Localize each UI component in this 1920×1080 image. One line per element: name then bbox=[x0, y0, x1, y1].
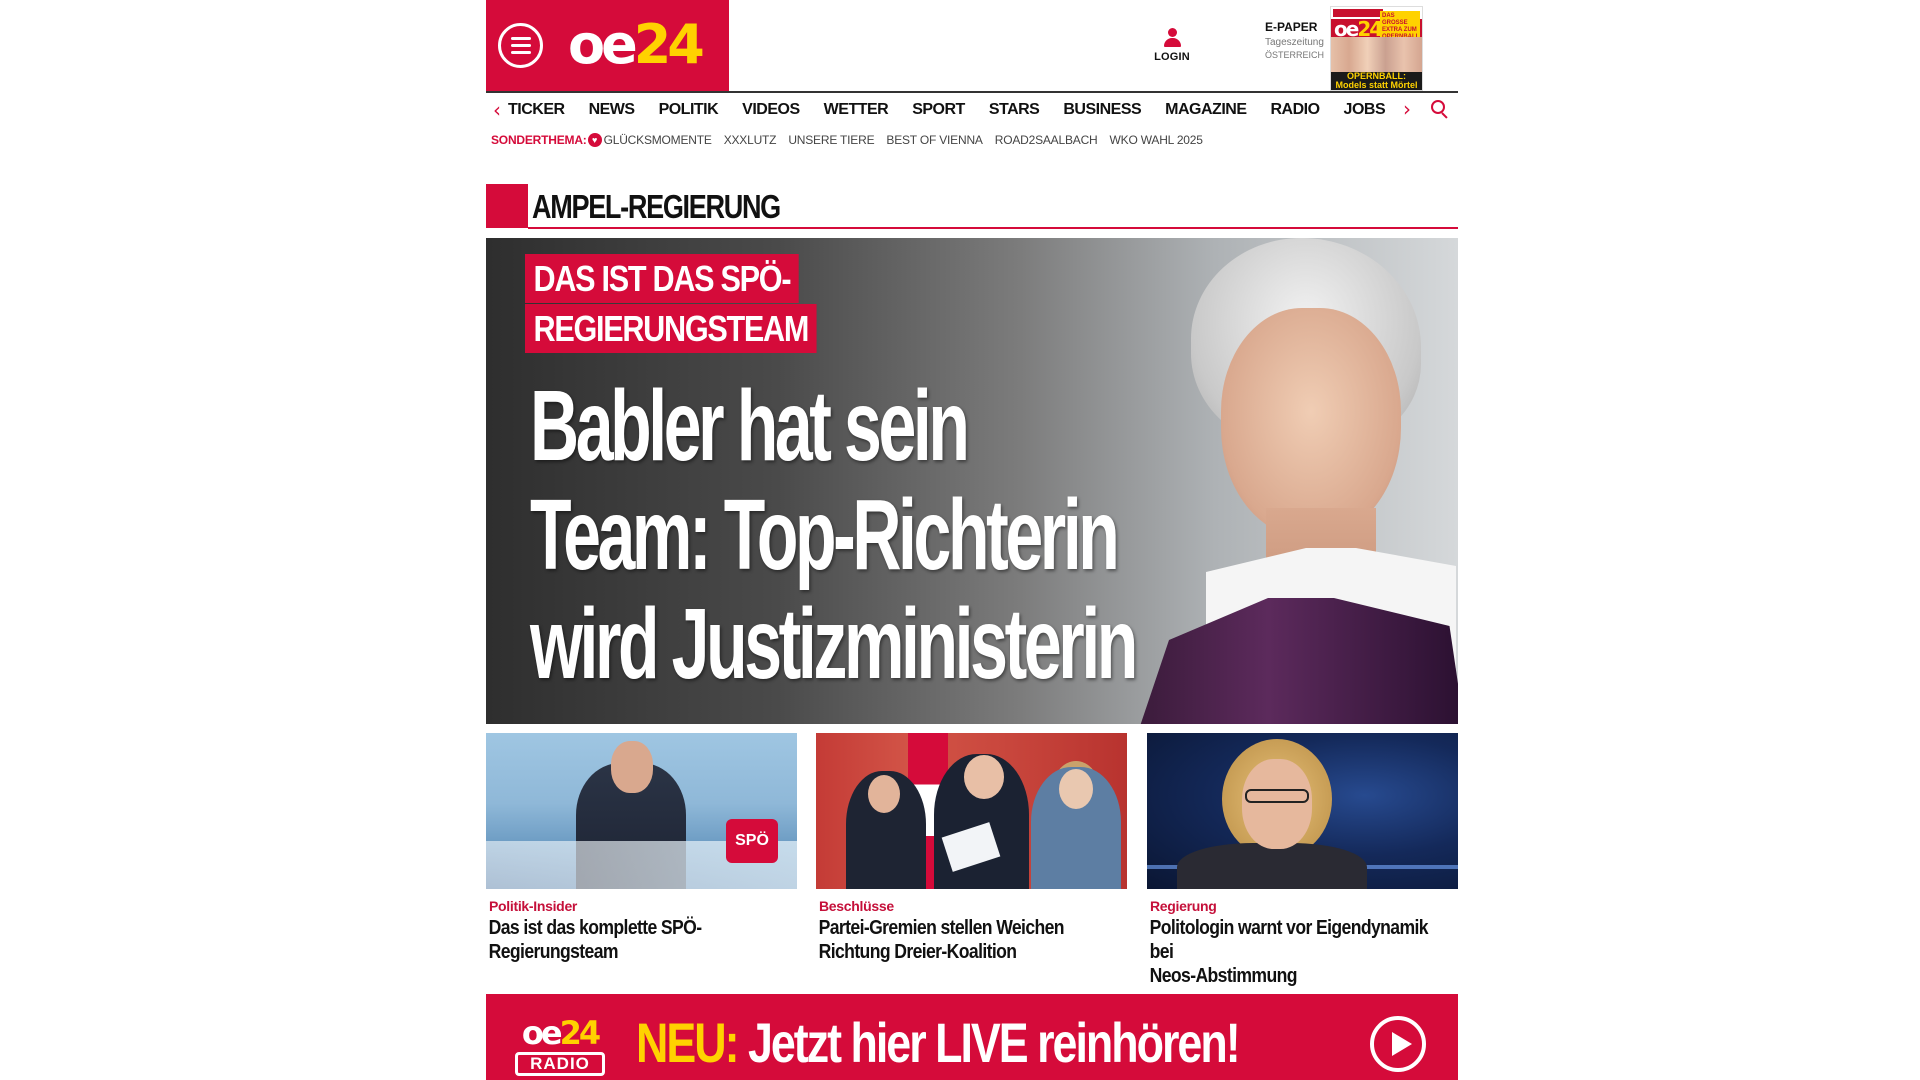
special-topic-link[interactable]: WKO WAHL 2025 bbox=[1110, 133, 1203, 147]
hero-kicker-line: REGIERUNGSTEAM bbox=[525, 304, 817, 353]
section-divider bbox=[528, 227, 1458, 229]
search-icon[interactable] bbox=[1431, 100, 1449, 119]
hero-headline-line: Babler hat sein bbox=[530, 370, 970, 482]
special-topics-bar: SONDERTHEMA: ♥ GLÜCKSMOMENTE XXXLUTZ UNS… bbox=[486, 128, 1458, 152]
special-topic-link[interactable]: UNSERE TIERE bbox=[788, 133, 874, 147]
nav-next-arrow-icon[interactable]: › bbox=[1396, 97, 1418, 121]
teaser-card[interactable]: SPÖ Politik-Insider Das ist das komplett… bbox=[486, 733, 797, 964]
radio-banner-highlight: NEU: bbox=[636, 1011, 740, 1074]
special-topic-link[interactable]: BEST OF VIENNA bbox=[886, 133, 983, 147]
teaser-grid: SPÖ Politik-Insider Das ist das komplett… bbox=[486, 733, 1458, 987]
nav-item-magazine[interactable]: MAGAZINE bbox=[1153, 101, 1258, 119]
user-icon bbox=[1162, 28, 1182, 48]
hero-headline[interactable]: Babler hat sein Team: Top-Richterin wird… bbox=[530, 372, 1142, 699]
nav-item-business[interactable]: BUSINESS bbox=[1051, 101, 1153, 119]
nav-item-radio[interactable]: RADIO bbox=[1258, 101, 1331, 119]
teaser-image[interactable]: SPÖ bbox=[486, 733, 797, 889]
cover-caption: OPERNBALL: Models statt Mörtel bbox=[1331, 72, 1422, 90]
teaser-title[interactable]: Politologin warnt vor Eigendynamik bei N… bbox=[1147, 916, 1455, 988]
logo-prefix: oe bbox=[568, 13, 638, 76]
site-header: oe24 LOGIN E-PAPER Tageszeitung ÖSTERREI… bbox=[486, 0, 1458, 91]
nav-item-news[interactable]: NEWS bbox=[577, 101, 647, 119]
teaser-title[interactable]: Das ist das komplette SPÖ- Regierungstea… bbox=[486, 916, 794, 964]
radio-banner-text: NEU: Jetzt hier LIVE reinhören! bbox=[636, 1011, 1241, 1074]
spo-sign: SPÖ bbox=[726, 819, 778, 863]
epaper-line1: Tageszeitung bbox=[1265, 37, 1324, 48]
teaser-title-line: Das ist das komplette SPÖ- bbox=[488, 917, 702, 939]
login-button[interactable]: LOGIN bbox=[1150, 28, 1194, 63]
radio-live-banner[interactable]: oe24 RADIO NEU: Jetzt hier LIVE reinhöre… bbox=[486, 994, 1458, 1080]
nav-item-ticker[interactable]: TICKER bbox=[508, 101, 577, 119]
special-topic-link[interactable]: ROAD2SAALBACH bbox=[995, 133, 1098, 147]
section-header: AMPEL-REGIERUNG bbox=[486, 184, 1458, 230]
nav-item-stars[interactable]: STARS bbox=[977, 101, 1052, 119]
nav-prev-arrow-icon[interactable]: ‹ bbox=[486, 98, 508, 122]
nav-item-politik[interactable]: POLITIK bbox=[647, 101, 731, 119]
nav-item-wetter[interactable]: WETTER bbox=[812, 101, 901, 119]
heart-icon: ♥ bbox=[587, 133, 602, 147]
special-topic-link[interactable]: XXXLUTZ bbox=[724, 133, 777, 147]
teaser-card[interactable]: Beschlüsse Partei-Gremien stellen Weiche… bbox=[816, 733, 1127, 964]
epaper-cover-thumbnail[interactable]: oe24 DAS GROSSE EXTRA ZUM OPERNBALL OPER… bbox=[1330, 6, 1423, 91]
cover-badge: DAS GROSSE EXTRA ZUM OPERNBALL bbox=[1380, 11, 1420, 40]
hero-photo-robe bbox=[1136, 598, 1458, 724]
site-logo[interactable]: oe24 bbox=[568, 10, 705, 80]
hero-photo-face bbox=[1221, 308, 1401, 538]
teaser-category[interactable]: Regierung bbox=[1147, 898, 1458, 914]
epaper-link[interactable]: E-PAPER Tageszeitung ÖSTERREICH bbox=[1265, 21, 1335, 62]
nav-items: TICKER NEWS POLITIK VIDEOS WETTER SPORT … bbox=[508, 101, 1458, 119]
special-topic-label: SONDERTHEMA: bbox=[491, 133, 587, 147]
logo-suffix: 24 bbox=[633, 13, 705, 76]
special-topic-link[interactable]: GLÜCKSMOMENTE bbox=[604, 133, 712, 147]
page-container: oe24 LOGIN E-PAPER Tageszeitung ÖSTERREI… bbox=[486, 0, 1458, 1080]
play-icon[interactable] bbox=[1370, 1016, 1426, 1072]
nav-item-videos[interactable]: VIDEOS bbox=[730, 101, 811, 119]
login-label: LOGIN bbox=[1154, 51, 1190, 63]
section-marker bbox=[486, 184, 528, 228]
radio-banner-message: Jetzt hier LIVE reinhören! bbox=[737, 1011, 1241, 1074]
hero-kicker-line: DAS IST DAS SPÖ- bbox=[525, 254, 799, 303]
teaser-title-line: Partei-Gremien stellen Weichen bbox=[818, 917, 1065, 939]
hero-headline-line: Team: Top-Richterin bbox=[530, 479, 1120, 591]
section-title[interactable]: AMPEL-REGIERUNG bbox=[532, 188, 781, 226]
radio-logo: oe24 RADIO bbox=[515, 1016, 605, 1076]
teaser-category[interactable]: Politik-Insider bbox=[486, 898, 797, 914]
radio-logo-tag: RADIO bbox=[515, 1052, 605, 1076]
radio-logo-prefix: oe bbox=[521, 1014, 563, 1052]
logo-bar: oe24 bbox=[486, 0, 729, 91]
teaser-title-line: Neos-Abstimmung bbox=[1149, 965, 1298, 987]
teaser-title-line: Regierungsteam bbox=[488, 941, 619, 963]
nav-item-jobs[interactable]: JOBS bbox=[1332, 101, 1398, 119]
teaser-title-line: Politologin warnt vor Eigendynamik bei bbox=[1149, 917, 1429, 963]
nav-item-sport[interactable]: SPORT bbox=[900, 101, 977, 119]
hamburger-menu-icon[interactable] bbox=[498, 23, 543, 68]
hero-headline-line: wird Justizministerin bbox=[530, 588, 1138, 700]
teaser-title-line: Richtung Dreier-Koalition bbox=[818, 941, 1017, 963]
teaser-image[interactable] bbox=[1147, 733, 1458, 889]
teaser-title[interactable]: Partei-Gremien stellen Weichen Richtung … bbox=[816, 916, 1124, 964]
hero-article[interactable]: DAS IST DAS SPÖ- REGIERUNGSTEAM Babler h… bbox=[486, 238, 1458, 724]
teaser-card[interactable]: Regierung Politologin warnt vor Eigendyn… bbox=[1147, 733, 1458, 988]
epaper-title: E-PAPER bbox=[1265, 20, 1318, 34]
teaser-image[interactable] bbox=[816, 733, 1127, 889]
epaper-line2: ÖSTERREICH bbox=[1265, 50, 1325, 60]
main-navigation: ‹ TICKER NEWS POLITIK VIDEOS WETTER SPOR… bbox=[486, 91, 1458, 126]
teaser-category[interactable]: Beschlüsse bbox=[816, 898, 1127, 914]
radio-logo-suffix: 24 bbox=[559, 1014, 601, 1052]
